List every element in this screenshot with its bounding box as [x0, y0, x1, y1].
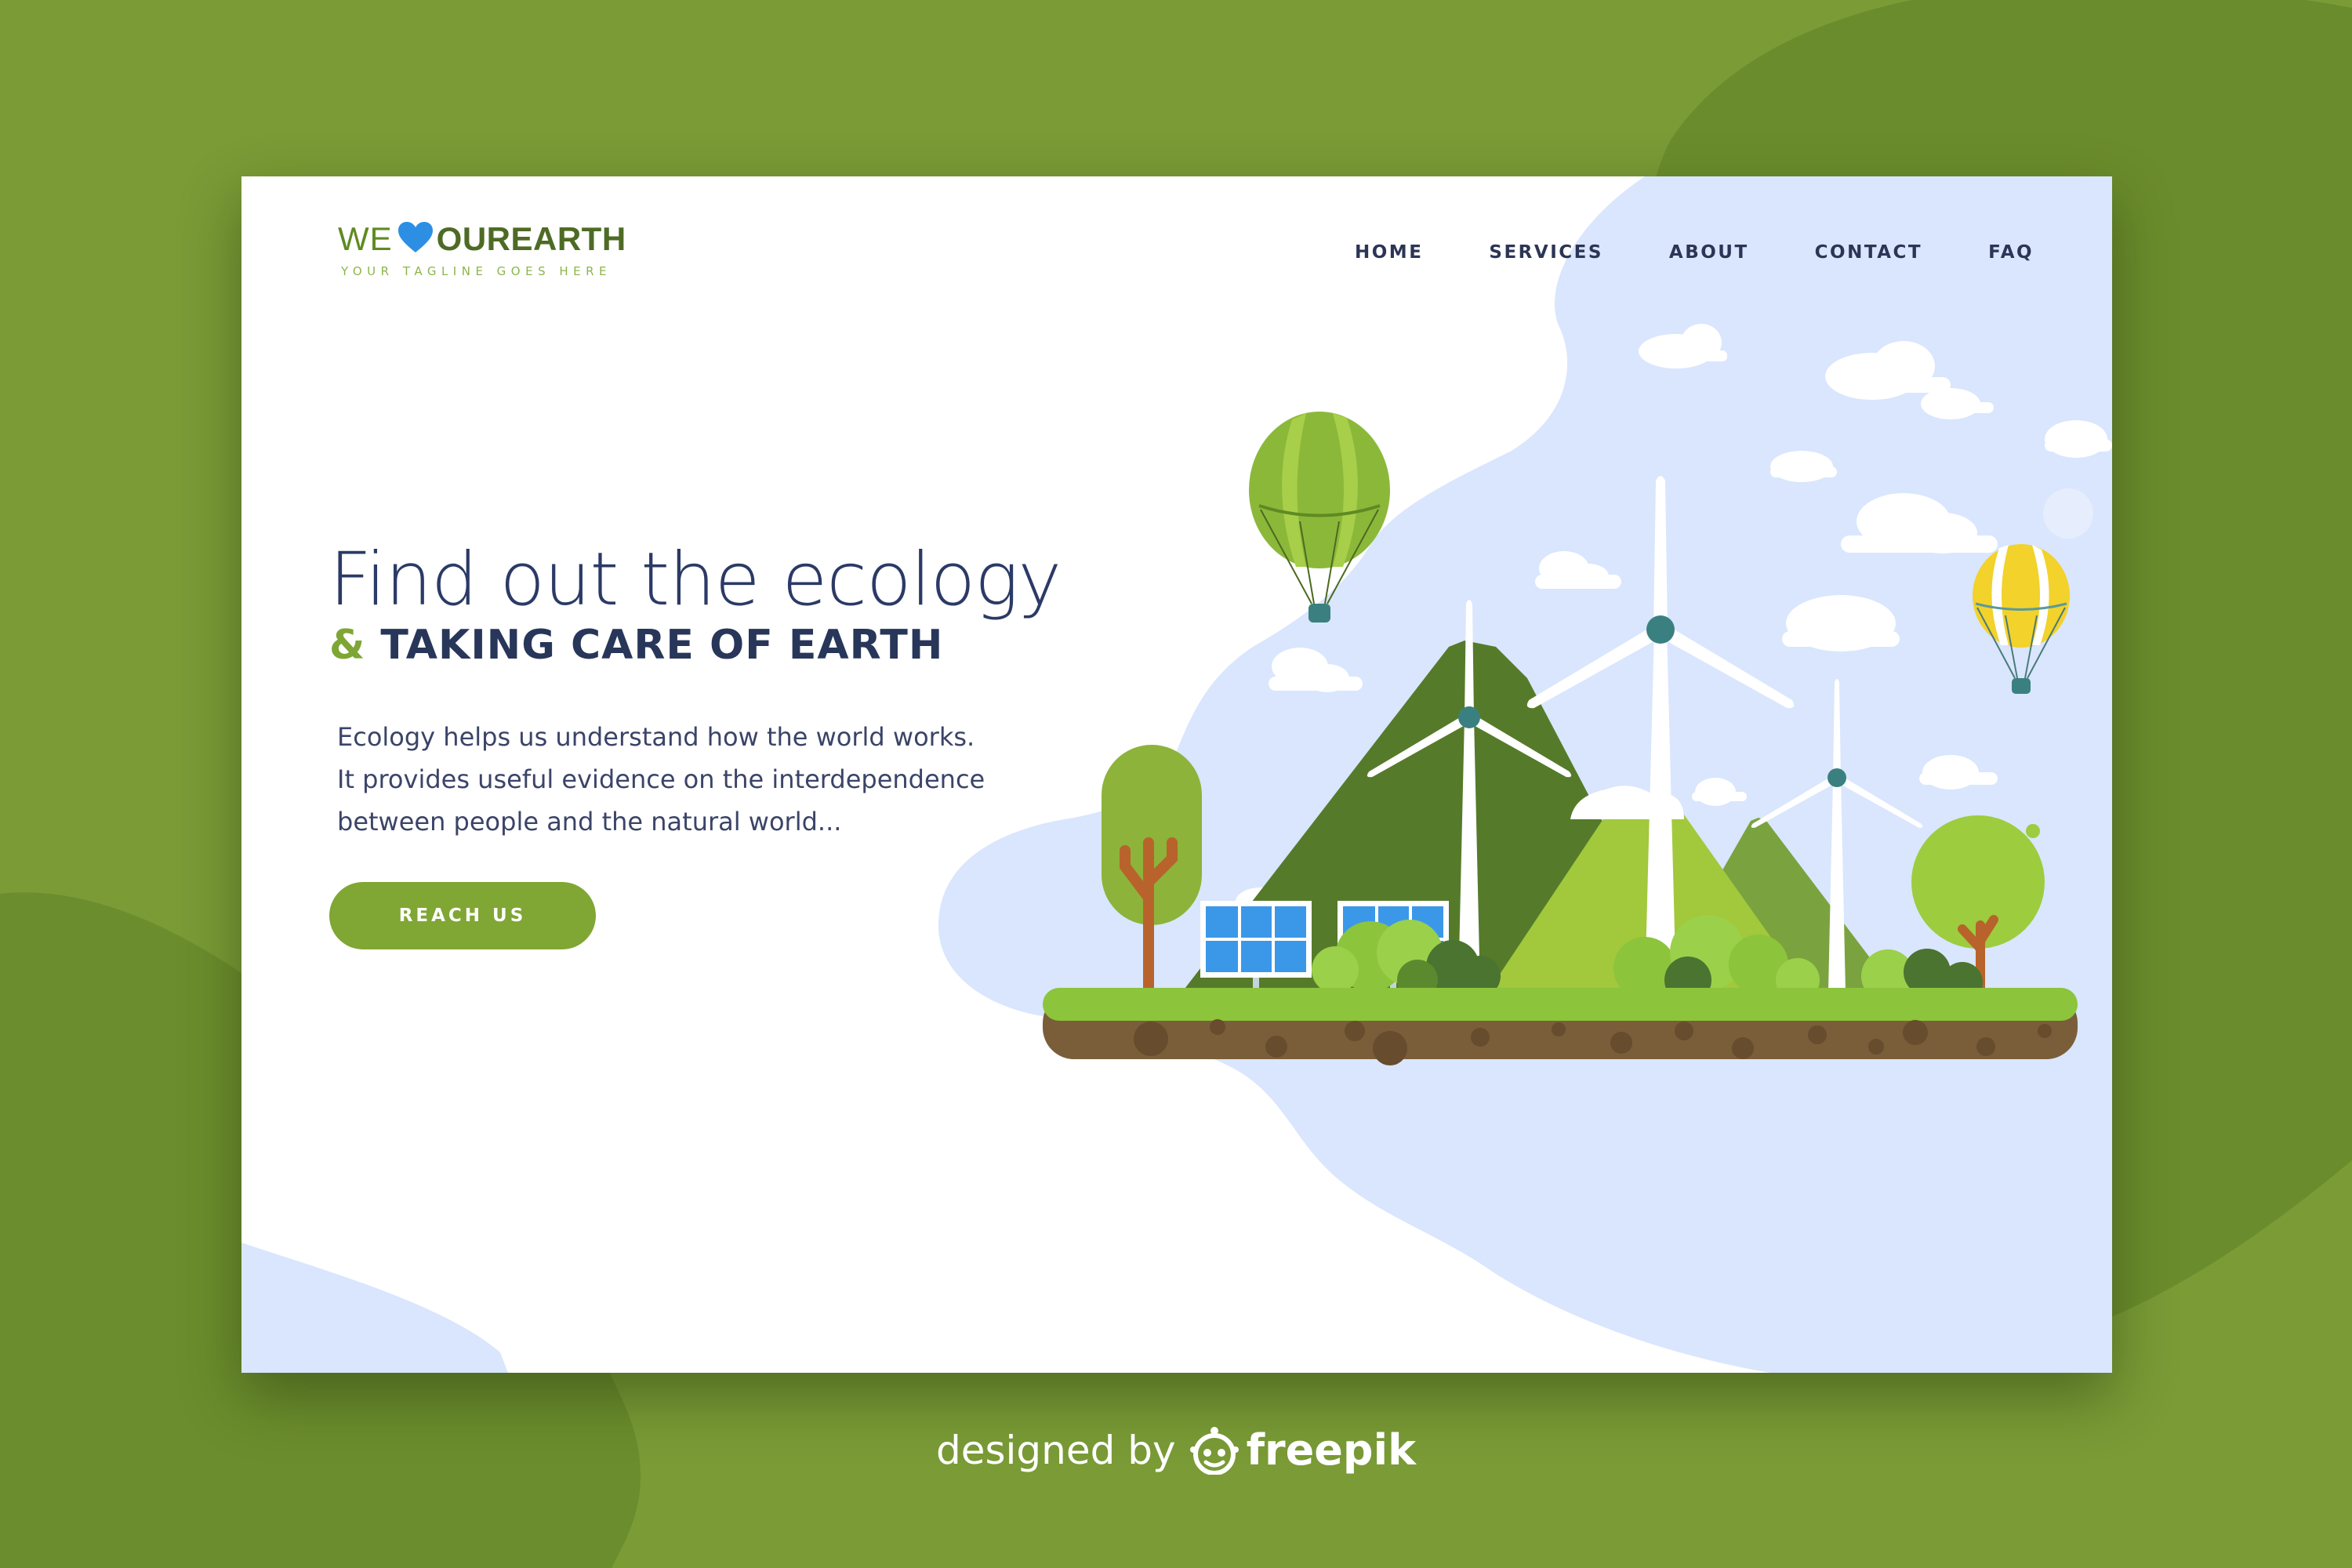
hero-subtitle: TAKING CARE OF EARTH: [380, 622, 944, 669]
designer-credit: designed by freepik: [0, 1425, 2352, 1475]
nav-about[interactable]: ABOUT: [1669, 242, 1749, 263]
freepik-icon: [1189, 1426, 1239, 1475]
hero-subtitle-row: & TAKING CARE OF EARTH: [329, 622, 943, 669]
hero-ampersand: &: [329, 622, 365, 669]
logo-tagline: YOUR TAGLINE GOES HERE: [341, 264, 612, 278]
island-grass: [1043, 988, 2078, 1021]
nav-contact[interactable]: CONTACT: [1815, 242, 1922, 263]
hero-description-line: It provides useful evidence on the inter…: [337, 764, 985, 794]
nav-home[interactable]: HOME: [1355, 242, 1423, 263]
credit-prefix: designed by: [935, 1427, 1176, 1473]
main-nav: HOME SERVICES ABOUT CONTACT FAQ: [1355, 242, 2034, 263]
hero-title: Find out the ecology: [329, 537, 1062, 622]
nav-faq[interactable]: FAQ: [1988, 242, 2034, 263]
sky-blob-corner: [241, 1243, 508, 1373]
nav-services[interactable]: SERVICES: [1489, 242, 1603, 263]
logo-prefix: WE: [338, 220, 393, 257]
logo[interactable]: WE OUREARTH YOUR TAGLINE GOES HERE: [338, 216, 626, 278]
hero-description-line: between people and the natural world...: [337, 807, 842, 837]
reach-us-button[interactable]: REACH US: [329, 882, 596, 949]
credit-brand: freepik: [1246, 1425, 1417, 1475]
landing-card: WE OUREARTH YOUR TAGLINE GOES HERE HOME …: [241, 176, 2112, 1373]
heart-icon: [397, 222, 433, 252]
logo-brand: OUREARTH: [436, 220, 626, 257]
hero-description: Ecology helps us understand how the worl…: [337, 716, 1043, 843]
hero-description-line: Ecology helps us understand how the worl…: [337, 722, 975, 752]
